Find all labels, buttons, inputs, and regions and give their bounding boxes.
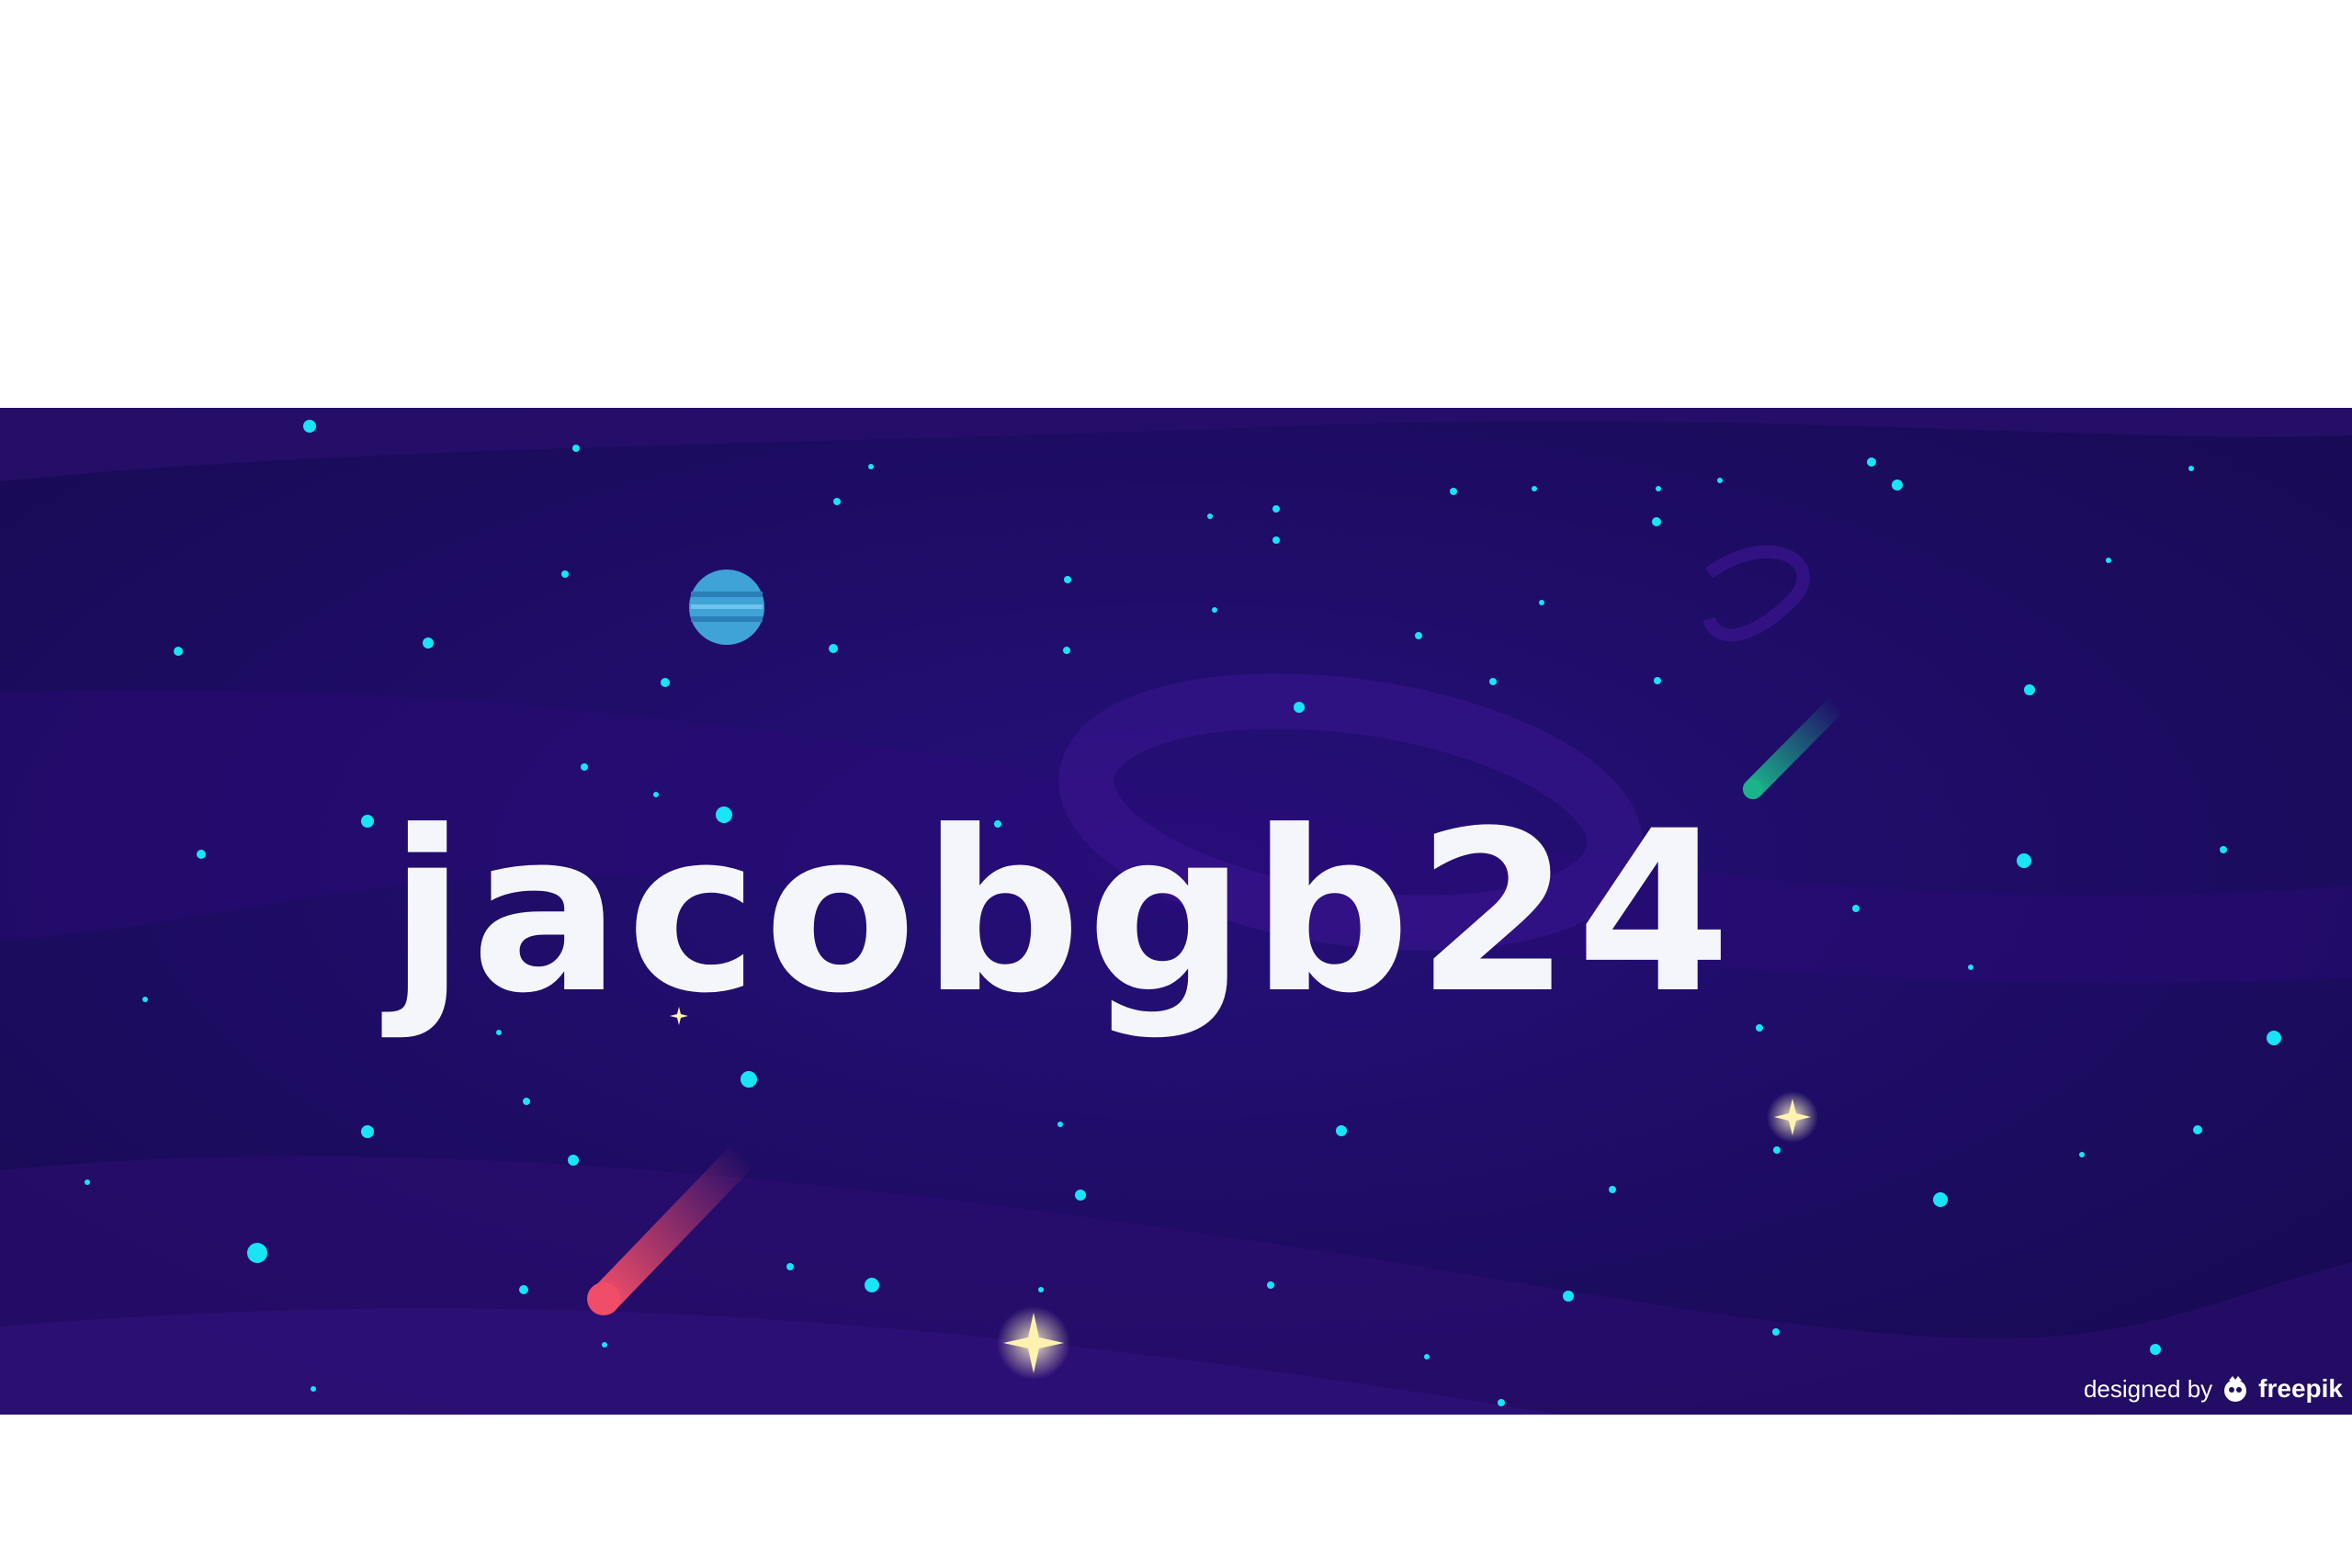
attribution[interactable]: designed by freepik [2084, 1374, 2343, 1404]
star-icon [2017, 853, 2031, 868]
star-icon [2106, 558, 2111, 563]
star-icon [523, 1098, 530, 1105]
star-icon [1450, 488, 1457, 495]
sparkle-icon [1767, 1091, 1818, 1143]
star-icon [1654, 677, 1661, 684]
star-icon [572, 445, 580, 452]
star-icon [741, 1071, 757, 1088]
star-icon [1075, 1190, 1086, 1201]
star-icon [1207, 513, 1213, 519]
star-icon [1933, 1192, 1948, 1207]
star-icon [174, 647, 183, 656]
star-icon [1532, 486, 1537, 491]
star-icon [311, 1386, 316, 1392]
star-icon [1968, 964, 1973, 970]
profile-banner: jacobgb24 designed by freepik [0, 408, 2352, 1415]
star-icon [829, 644, 838, 653]
star-icon [1294, 702, 1305, 713]
star-icon [1772, 1328, 1780, 1336]
star-icon [1064, 576, 1071, 583]
star-icon [868, 464, 874, 469]
star-icon [2024, 684, 2035, 695]
star-icon [1563, 1291, 1574, 1302]
star-icon [1609, 1186, 1616, 1193]
star-icon [1489, 678, 1497, 685]
star-icon [602, 1342, 607, 1348]
star-icon [423, 637, 434, 649]
star-icon [85, 1179, 90, 1185]
star-icon [2188, 466, 2194, 471]
star-icon [303, 420, 316, 433]
star-icon [865, 1278, 879, 1292]
star-icon [1063, 647, 1070, 654]
star-icon [1336, 1125, 1347, 1136]
star-icon [2193, 1125, 2202, 1134]
star-icon [1656, 486, 1661, 491]
star-icon [1852, 905, 1860, 912]
star-icon [1272, 505, 1280, 513]
credit-brand: freepik [2258, 1374, 2343, 1403]
star-icon [2267, 1031, 2281, 1045]
star-icon [833, 498, 841, 505]
star-icon [1498, 1399, 1505, 1406]
star-icon [1415, 632, 1422, 639]
star-icon [1539, 600, 1544, 605]
star-icon [1892, 479, 1903, 491]
username-title: jacobgb24 [389, 784, 1736, 1043]
star-icon [561, 570, 569, 578]
planet-icon [689, 570, 764, 645]
star-icon [1212, 607, 1217, 613]
credit-prefix: designed by [2083, 1374, 2213, 1403]
star-icon [519, 1285, 528, 1294]
star-icon [1717, 478, 1723, 483]
star-icon [581, 763, 588, 771]
star-icon [1867, 457, 1876, 467]
star-icon [786, 1263, 794, 1270]
freepik-logo-icon [2224, 1376, 2247, 1402]
star-icon [1038, 1287, 1044, 1292]
star-icon [361, 1125, 374, 1138]
star-icon [2079, 1152, 2085, 1157]
star-icon [1267, 1281, 1274, 1289]
star-icon [568, 1155, 579, 1166]
star-icon [1652, 517, 1661, 526]
star-icon [2220, 846, 2227, 853]
star-icon [1773, 1146, 1781, 1154]
star-icon [1272, 536, 1280, 544]
star-icon [247, 1243, 267, 1263]
star-icon [661, 678, 670, 687]
star-icon [2150, 1344, 2161, 1355]
sparkle-icon [997, 1306, 1070, 1380]
star-icon [1756, 1024, 1763, 1032]
star-icon [1057, 1122, 1063, 1127]
star-icon [1424, 1354, 1430, 1359]
